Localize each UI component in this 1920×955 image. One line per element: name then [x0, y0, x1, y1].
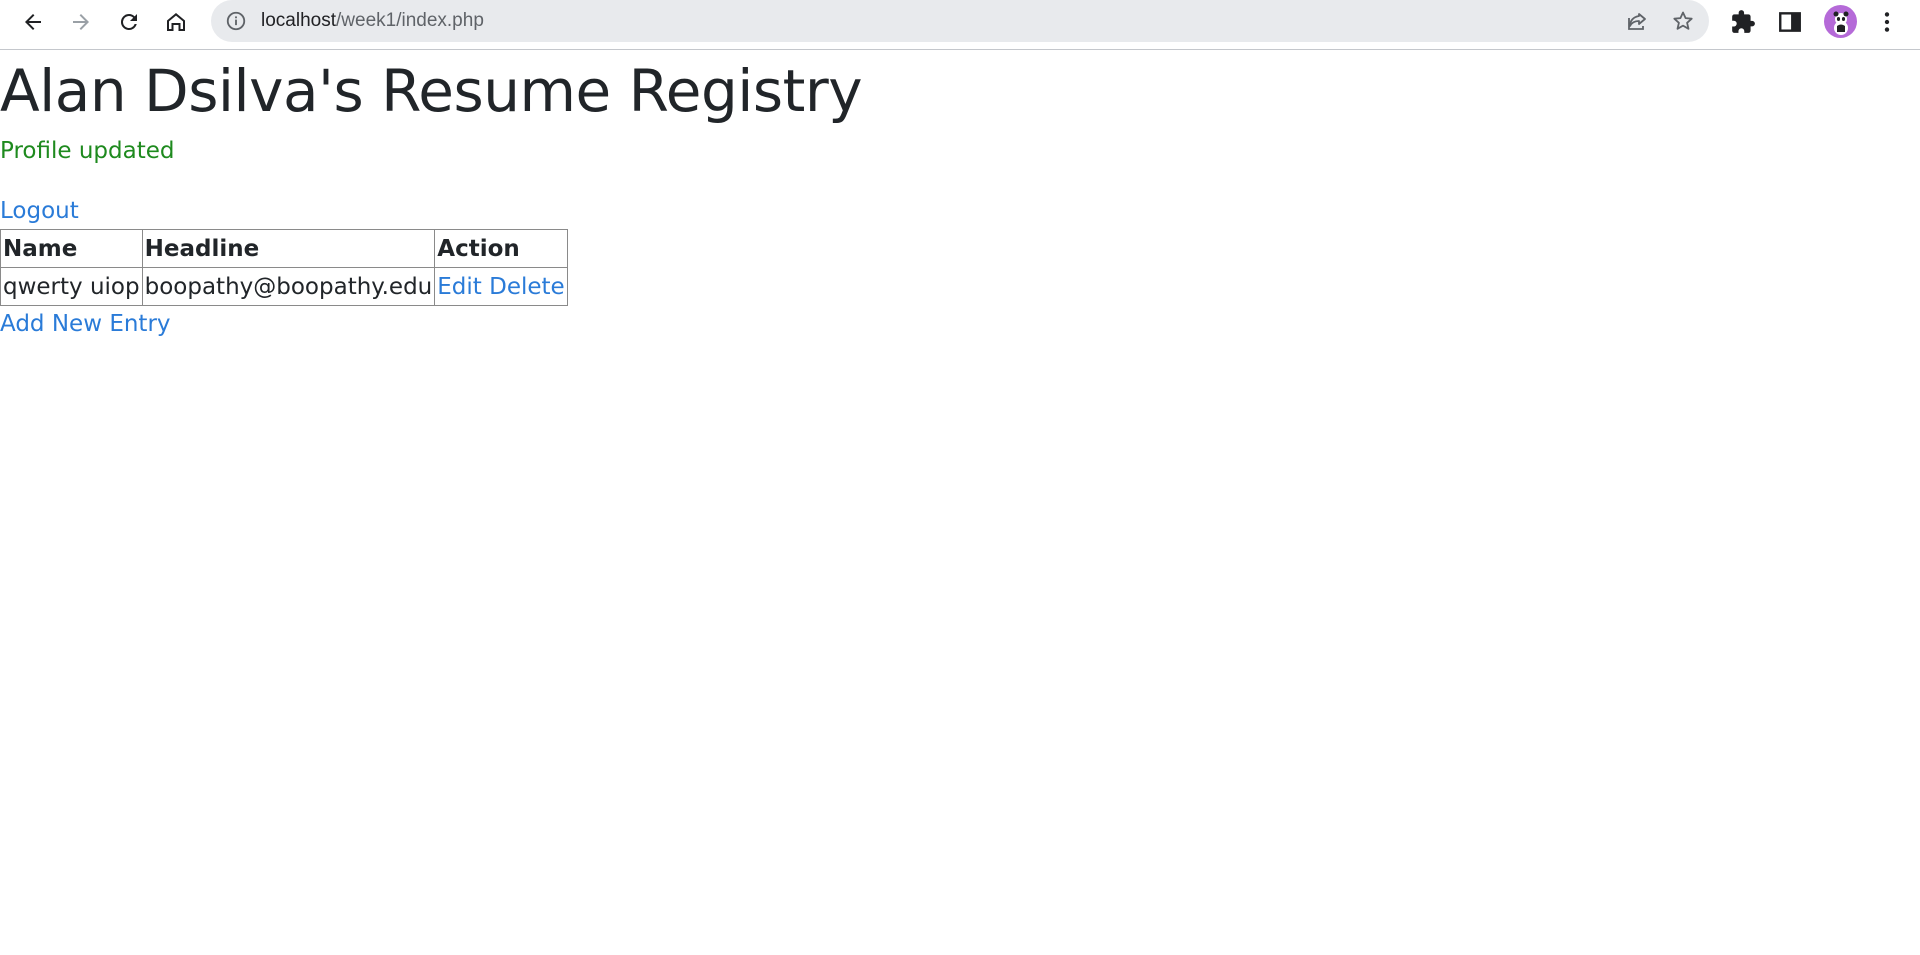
cell-action: Edit Delete	[434, 267, 568, 306]
page-title: Alan Dsilva's Resume Registry	[0, 57, 863, 125]
back-button[interactable]	[14, 5, 52, 39]
table-header-row: Name Headline Action	[0, 229, 568, 268]
logout-link[interactable]: Logout	[0, 197, 1920, 225]
table-row: qwerty uiop boopathy@boopathy.edu Edit D…	[0, 267, 568, 306]
add-new-entry-link[interactable]: Add New Entry	[0, 310, 1920, 338]
edit-link[interactable]: Edit	[437, 274, 482, 300]
page-content: Alan Dsilva's Resume Registry Profile up…	[0, 51, 1920, 338]
home-button[interactable]	[157, 5, 195, 39]
flash-message: Profile updated	[0, 138, 175, 164]
side-panel-icon[interactable]	[1777, 9, 1803, 35]
info-icon[interactable]	[225, 10, 247, 32]
url-path: /week1/index.php	[336, 10, 484, 31]
browser-toolbar: localhost/week1/index.php	[0, 0, 1920, 50]
forward-button[interactable]	[62, 5, 100, 39]
share-icon[interactable]	[1625, 9, 1649, 33]
cell-name: qwerty uiop	[0, 267, 143, 306]
profile-avatar[interactable]	[1824, 5, 1857, 38]
profiles-table: Name Headline Action qwerty uiop boopath…	[0, 229, 568, 306]
home-icon	[167, 13, 185, 31]
back-icon	[25, 14, 41, 30]
reload-icon	[120, 13, 137, 30]
delete-link[interactable]: Delete	[489, 274, 565, 300]
forward-icon	[73, 14, 89, 30]
menu-icon[interactable]	[1874, 9, 1900, 35]
reload-button[interactable]	[110, 5, 148, 39]
header-name: Name	[0, 229, 143, 268]
header-action: Action	[434, 229, 568, 268]
panda-icon	[1833, 11, 1848, 35]
extensions-icon[interactable]	[1730, 9, 1756, 35]
header-headline: Headline	[141, 229, 436, 268]
cell-headline: boopathy@boopathy.edu	[141, 267, 436, 306]
url-host: localhost	[261, 10, 336, 31]
url-text[interactable]: localhost/week1/index.php	[261, 0, 484, 42]
address-bar[interactable]: localhost/week1/index.php	[211, 0, 1709, 42]
star-icon[interactable]	[1671, 9, 1695, 33]
